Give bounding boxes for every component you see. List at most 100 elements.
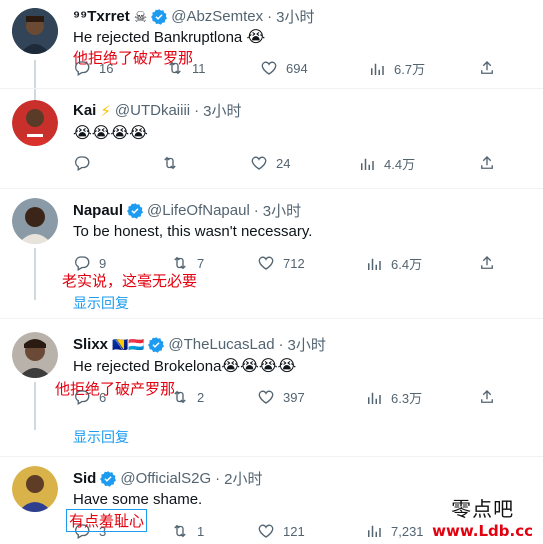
analytics-icon xyxy=(368,392,381,404)
tweet-4[interactable]: Slixx 🇧🇦🇱🇺 @TheLucasLad · 3小时 He rejecte… xyxy=(0,318,543,458)
like-count: 712 xyxy=(283,255,305,271)
dot-separator: · xyxy=(253,202,259,219)
like-button[interactable]: 712 xyxy=(257,254,305,272)
flag-badges-icon: 🇧🇦🇱🇺 xyxy=(112,336,145,352)
view-count: 4.4万 xyxy=(384,157,416,172)
display-name[interactable]: Kai xyxy=(73,102,96,119)
handle[interactable]: @UTDkaiiii xyxy=(115,102,190,119)
like-button[interactable]: 694 xyxy=(260,59,308,77)
show-replies-link[interactable]: 显示回复 xyxy=(73,427,129,447)
like-button[interactable]: 121 xyxy=(257,522,305,540)
dot-separator: · xyxy=(215,470,221,487)
crying-emoji-row: 😭😭😭😭 xyxy=(221,358,297,375)
timestamp[interactable]: 3小时 xyxy=(288,334,326,355)
avatar[interactable] xyxy=(12,198,58,244)
view-count: 6.4万 xyxy=(391,257,423,272)
avatar[interactable] xyxy=(12,8,58,54)
reply-icon xyxy=(75,390,90,405)
views-button[interactable]: 6.3万 xyxy=(365,388,422,407)
share-icon xyxy=(481,156,493,169)
share-button[interactable] xyxy=(478,59,496,77)
retweet-count: 2 xyxy=(197,389,205,405)
reply-button[interactable]: 16 xyxy=(73,59,113,77)
analytics-icon xyxy=(371,63,384,75)
analytics-icon xyxy=(368,525,381,537)
skull-badge-icon: ☠ xyxy=(133,8,148,26)
timestamp[interactable]: 3小时 xyxy=(276,6,314,27)
verified-badge-icon xyxy=(148,336,165,353)
chinese-annotation: 老实说，这毫无必要 xyxy=(62,272,198,290)
views-button[interactable]: 7,231 xyxy=(365,522,424,540)
reply-count: 16 xyxy=(99,60,114,76)
retweet-button[interactable] xyxy=(161,154,179,172)
reply-count: 6 xyxy=(99,389,107,405)
timestamp[interactable]: 3小时 xyxy=(263,200,301,221)
handle[interactable]: @LifeOfNapaul xyxy=(147,202,250,219)
tweet-text: He rejected Brokelona😭😭😭😭 xyxy=(73,356,296,376)
view-count: 6.7万 xyxy=(394,62,426,77)
tweet-1[interactable]: ⁹⁹Txrret ☠ @AbzSemtex · 3小时 He rejected … xyxy=(0,0,543,92)
retweet-icon xyxy=(174,524,186,538)
share-button[interactable] xyxy=(478,388,496,406)
share-icon xyxy=(481,256,493,269)
view-count: 6.3万 xyxy=(391,391,423,406)
dot-separator: · xyxy=(267,8,273,25)
display-name[interactable]: ⁹⁹Txrret xyxy=(73,8,130,25)
share-icon xyxy=(481,390,493,403)
retweet-count: 11 xyxy=(192,60,206,76)
handle[interactable]: @AbzSemtex xyxy=(171,8,263,25)
show-replies-link[interactable]: 显示回复 xyxy=(73,293,129,313)
views-button[interactable]: 4.4万 xyxy=(358,154,415,173)
like-button[interactable]: 397 xyxy=(257,388,305,406)
watermark-url: www.Ldb.cc xyxy=(432,522,533,540)
avatar[interactable] xyxy=(12,466,58,512)
reply-icon xyxy=(75,156,90,171)
avatar[interactable] xyxy=(12,332,58,378)
reply-button[interactable]: 6 xyxy=(73,388,106,406)
verified-badge-icon xyxy=(127,202,144,219)
tweet-text-content: He rejected Bankruptlona xyxy=(73,29,243,46)
retweet-button[interactable]: 11 xyxy=(166,59,206,77)
handle[interactable]: @OfficialS2G xyxy=(120,470,211,487)
tweet-2[interactable]: Kai ⚡ @UTDkaiiii · 3小时 😭😭😭😭 24 4.4万 xyxy=(0,88,543,188)
heart-icon xyxy=(258,390,274,404)
retweet-button[interactable]: 2 xyxy=(171,388,204,406)
reply-icon xyxy=(75,61,90,76)
heart-icon xyxy=(251,156,267,170)
views-button[interactable]: 6.4万 xyxy=(365,254,422,273)
verified-badge-icon xyxy=(151,8,168,25)
display-name[interactable]: Slixx xyxy=(73,336,108,353)
retweet-icon xyxy=(169,61,181,75)
action-bar: 16 11 694 6.7万 xyxy=(73,59,503,81)
tweet-3[interactable]: Napaul @LifeOfNapaul · 3小时 To be honest,… xyxy=(0,188,543,318)
retweet-icon xyxy=(164,156,176,170)
like-count: 24 xyxy=(276,155,291,171)
tweet-text: He rejected Bankruptlona 😭 xyxy=(73,27,265,47)
tweet-text: 😭😭😭😭 xyxy=(73,123,148,143)
timestamp[interactable]: 3小时 xyxy=(203,100,241,121)
crying-emoji-row: 😭😭😭😭 xyxy=(73,125,148,142)
retweet-count: 1 xyxy=(197,523,205,539)
dot-separator: · xyxy=(194,102,200,119)
tweet-text-content: He rejected Brokelona xyxy=(73,358,222,375)
heart-icon xyxy=(261,61,277,75)
heart-icon xyxy=(258,256,274,270)
analytics-icon xyxy=(361,158,374,170)
like-count: 397 xyxy=(283,389,305,405)
tweet-text: Have some shame. xyxy=(73,491,203,508)
share-button[interactable] xyxy=(478,154,496,172)
display-name[interactable]: Sid xyxy=(73,470,96,487)
share-button[interactable] xyxy=(478,254,496,272)
chinese-annotation: 有点羞耻心 xyxy=(66,509,148,532)
handle[interactable]: @TheLucasLad xyxy=(168,336,274,353)
share-icon xyxy=(481,61,493,74)
display-name[interactable]: Napaul xyxy=(73,202,123,219)
views-button[interactable]: 6.7万 xyxy=(368,59,425,78)
timestamp[interactable]: 2小时 xyxy=(224,468,262,489)
dot-separator: · xyxy=(278,336,284,353)
like-button[interactable]: 24 xyxy=(250,154,290,172)
retweet-button[interactable]: 1 xyxy=(171,522,204,540)
retweet-icon xyxy=(174,390,186,404)
reply-button[interactable] xyxy=(73,154,91,172)
avatar[interactable] xyxy=(12,100,58,146)
